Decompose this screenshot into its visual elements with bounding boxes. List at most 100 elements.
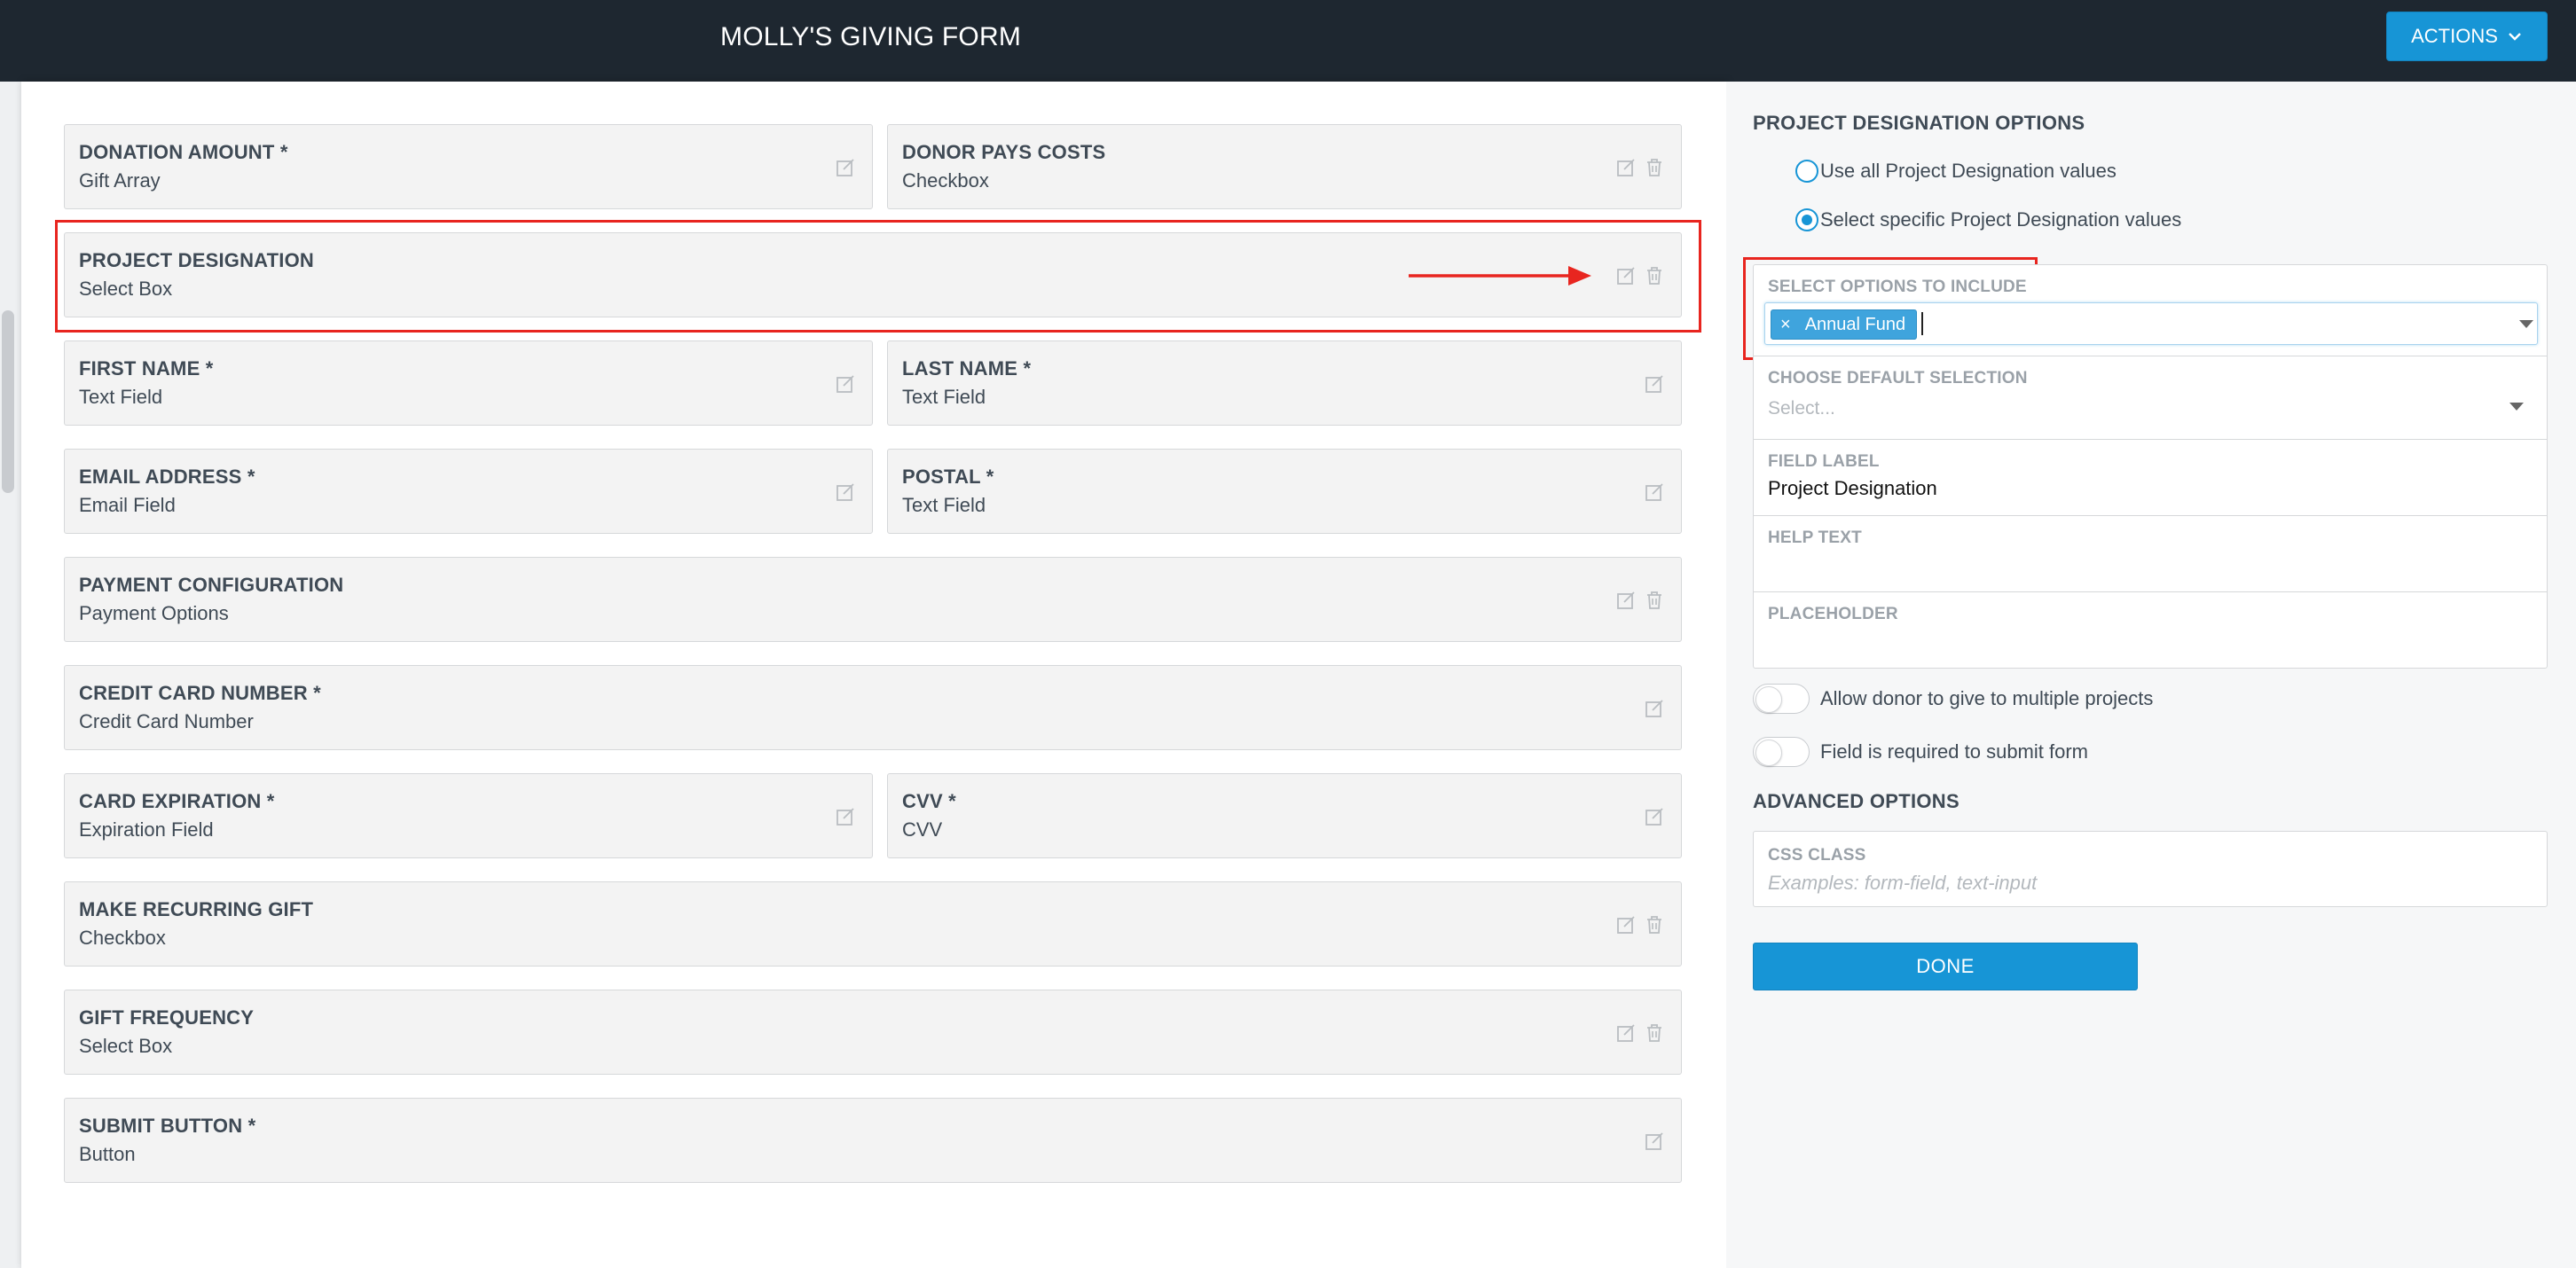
placeholder-label: PLACEHOLDER xyxy=(1768,605,1898,623)
actions-button-label: ACTIONS xyxy=(2411,25,2498,47)
field-type: Text Field xyxy=(902,386,986,408)
field-actions xyxy=(1644,373,1665,395)
form-field-card[interactable]: CVV * CVV xyxy=(887,773,1682,858)
form-field-card[interactable]: GIFT FREQUENCY Select Box xyxy=(64,990,1682,1075)
edit-icon[interactable] xyxy=(1644,1131,1665,1152)
left-gutter xyxy=(0,82,21,1268)
field-actions xyxy=(1644,806,1665,827)
option-tag: × Annual Fund xyxy=(1771,309,1918,340)
field-actions xyxy=(835,373,856,395)
toggle-row-multiple-projects[interactable]: Allow donor to give to multiple projects xyxy=(1753,684,2153,714)
field-actions xyxy=(1644,1131,1665,1152)
toggle-multiple-projects-label: Allow donor to give to multiple projects xyxy=(1820,687,2154,709)
field-label-section[interactable]: FIELD LABEL Project Designation xyxy=(1754,440,2547,516)
toggle-switch-required[interactable] xyxy=(1753,737,1810,767)
radio-use-all-label: Use all Project Designation values xyxy=(1820,160,2117,182)
default-selection-label: CHOOSE DEFAULT SELECTION xyxy=(1768,369,2028,387)
default-selection-select[interactable]: Select... xyxy=(1768,398,1835,419)
field-name: FIRST NAME * xyxy=(79,357,214,380)
field-label-label: FIELD LABEL xyxy=(1768,452,1880,471)
settings-heading: PROJECT DESIGNATION OPTIONS xyxy=(1753,112,2085,134)
field-type: Button xyxy=(79,1143,136,1165)
chevron-down-icon xyxy=(2509,33,2521,41)
trash-icon[interactable] xyxy=(1644,590,1665,611)
radio-use-all[interactable]: Use all Project Designation values xyxy=(1795,160,2117,183)
select-options-label: SELECT OPTIONS TO INCLUDE xyxy=(1768,278,2027,296)
field-type: Select Box xyxy=(79,1035,173,1057)
dropdown-arrow-icon[interactable] xyxy=(2509,403,2524,411)
form-field-card[interactable]: DONATION AMOUNT * Gift Array xyxy=(64,124,873,209)
field-name: MAKE RECURRING GIFT xyxy=(79,898,314,920)
field-name: PAYMENT CONFIGURATION xyxy=(79,574,344,596)
field-name: SUBMIT BUTTON * xyxy=(79,1115,256,1137)
field-name: DONATION AMOUNT * xyxy=(79,141,288,163)
field-type: Checkbox xyxy=(902,169,989,192)
field-label-input[interactable]: Project Designation xyxy=(1768,477,1937,500)
form-title: MOLLY'S GIVING FORM xyxy=(720,22,1022,51)
edit-icon[interactable] xyxy=(1615,590,1637,611)
trash-icon[interactable] xyxy=(1644,157,1665,178)
edit-icon[interactable] xyxy=(1615,1022,1637,1044)
css-class-section[interactable]: CSS CLASS Examples: form-field, text-inp… xyxy=(1753,831,2548,907)
form-field-card[interactable]: SUBMIT BUTTON * Button xyxy=(64,1098,1682,1183)
form-field-card[interactable]: FIRST NAME * Text Field xyxy=(64,340,873,426)
scrollbar-thumb[interactable] xyxy=(2,310,14,493)
trash-icon[interactable] xyxy=(1644,914,1665,935)
field-settings-group: SELECT OPTIONS TO INCLUDE × Annual Fund … xyxy=(1753,264,2548,669)
field-type: CVV xyxy=(902,818,943,841)
dropdown-arrow-icon[interactable] xyxy=(2519,320,2533,328)
toggle-row-required[interactable]: Field is required to submit form xyxy=(1753,737,2088,767)
edit-icon[interactable] xyxy=(1615,914,1637,935)
help-text-section[interactable]: HELP TEXT xyxy=(1754,516,2547,592)
actions-button[interactable]: ACTIONS xyxy=(2386,12,2548,61)
form-field-card[interactable]: LAST NAME * Text Field xyxy=(887,340,1682,426)
toggle-switch-multiple-projects[interactable] xyxy=(1753,684,1810,714)
field-type: Checkbox xyxy=(79,927,166,949)
field-actions xyxy=(1644,698,1665,719)
edit-icon[interactable] xyxy=(835,373,856,395)
radio-button[interactable] xyxy=(1795,160,1818,183)
top-bar: MOLLY'S GIVING FORM ACTIONS xyxy=(0,0,2576,82)
field-type: Payment Options xyxy=(79,602,229,624)
form-field-card[interactable]: MAKE RECURRING GIFT Checkbox xyxy=(64,881,1682,967)
remove-tag-icon[interactable]: × xyxy=(1780,315,1791,335)
select-options-section: SELECT OPTIONS TO INCLUDE × Annual Fund xyxy=(1754,265,2547,356)
form-field-card[interactable]: PAYMENT CONFIGURATION Payment Options xyxy=(64,557,1682,642)
form-field-card[interactable]: DONOR PAYS COSTS Checkbox xyxy=(887,124,1682,209)
field-actions xyxy=(1615,590,1665,611)
edit-icon[interactable] xyxy=(835,806,856,827)
field-actions xyxy=(835,481,856,503)
done-button[interactable]: DONE xyxy=(1753,943,2138,990)
field-actions xyxy=(1644,481,1665,503)
edit-icon[interactable] xyxy=(1644,698,1665,719)
field-name: CREDIT CARD NUMBER * xyxy=(79,682,321,704)
radio-select-specific[interactable]: Select specific Project Designation valu… xyxy=(1795,208,2181,231)
edit-icon[interactable] xyxy=(1644,481,1665,503)
field-type: Expiration Field xyxy=(79,818,214,841)
field-type: Text Field xyxy=(79,386,163,408)
field-type: Credit Card Number xyxy=(79,710,254,732)
advanced-options-heading: ADVANCED OPTIONS xyxy=(1753,790,1959,812)
field-name: DONOR PAYS COSTS xyxy=(902,141,1106,163)
select-options-input[interactable]: × Annual Fund xyxy=(1764,302,2538,345)
trash-icon[interactable] xyxy=(1644,1022,1665,1044)
annotation-arrow xyxy=(1409,266,1591,286)
help-text-label: HELP TEXT xyxy=(1768,528,1862,547)
default-selection-section[interactable]: CHOOSE DEFAULT SELECTION Select... xyxy=(1754,356,2547,440)
form-field-card[interactable]: EMAIL ADDRESS * Email Field xyxy=(64,449,873,534)
field-type: Email Field xyxy=(79,494,176,516)
field-actions xyxy=(835,806,856,827)
edit-icon[interactable] xyxy=(835,481,856,503)
form-field-card[interactable]: CREDIT CARD NUMBER * Credit Card Number xyxy=(64,665,1682,750)
edit-icon[interactable] xyxy=(835,157,856,178)
radio-select-specific-label: Select specific Project Designation valu… xyxy=(1820,208,2182,231)
edit-icon[interactable] xyxy=(1644,806,1665,827)
radio-button-checked[interactable] xyxy=(1795,208,1818,231)
form-field-card[interactable]: CARD EXPIRATION * Expiration Field xyxy=(64,773,873,858)
edit-icon[interactable] xyxy=(1644,373,1665,395)
placeholder-section[interactable]: PLACEHOLDER xyxy=(1754,592,2547,669)
toggle-required-label: Field is required to submit form xyxy=(1820,740,2088,763)
css-class-input[interactable]: Examples: form-field, text-input xyxy=(1768,872,2037,895)
form-field-card[interactable]: POSTAL * Text Field xyxy=(887,449,1682,534)
edit-icon[interactable] xyxy=(1615,157,1637,178)
